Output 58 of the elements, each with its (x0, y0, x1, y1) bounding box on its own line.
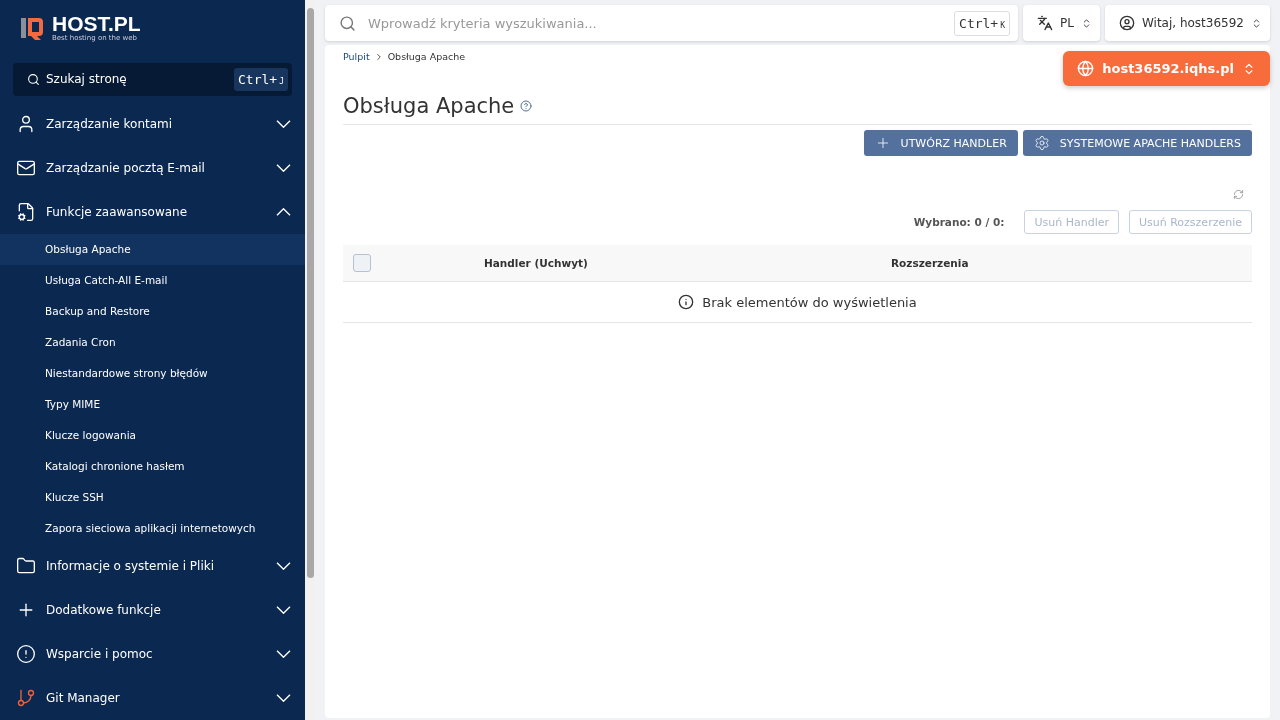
info-icon (678, 294, 695, 310)
section-label: Zarządzanie kontami (46, 116, 173, 131)
section-label: Dodatkowe funkcje (46, 602, 161, 617)
user-icon (1118, 15, 1135, 31)
search-icon (339, 14, 356, 32)
shortcut-key: Ctrl+J (234, 67, 288, 91)
section-label: Informacje o systemie i Pliki (46, 558, 214, 573)
sidebar-section[interactable]: Funkcje zaawansowane (0, 189, 305, 234)
folder-icon (16, 555, 36, 576)
sidebar-item[interactable]: Usługa Catch-All E-mail (0, 264, 305, 296)
scrollbar-thumb[interactable] (306, 8, 314, 578)
sidebar-item[interactable]: Katalogi chronione hasłem (0, 450, 305, 482)
search-placeholder: Szukaj stronę (46, 72, 127, 87)
empty-message: Brak elementów do wyświetlenia (702, 294, 917, 310)
language-select[interactable]: PL (1023, 5, 1100, 41)
logo-text: HOST.PL (52, 13, 141, 35)
action-button[interactable]: UTWÓRZ HANDLER (863, 130, 1018, 156)
search-field[interactable]: Wprowadź kryteria wyszukiwania... Ctrl+K (325, 5, 1019, 41)
search-icon (27, 72, 40, 86)
sidebar-section[interactable]: Wsparcie i pomoc (0, 631, 305, 676)
sidebar-item[interactable]: Klucze SSH (0, 481, 305, 513)
selection-count: Wybrano: 0 / 0: (913, 216, 1005, 228)
sidebar-section[interactable]: Dodatkowe funkcje (0, 587, 305, 632)
select-all-checkbox[interactable] (353, 254, 371, 272)
section-label: Funkcje zaawansowane (46, 204, 188, 219)
sidebar-item[interactable]: Niestandardowe strony błędów (0, 357, 305, 389)
refresh-icon[interactable] (1233, 189, 1244, 200)
sidebar-item[interactable]: Zapora sieciowa aplikacji internetowych (0, 512, 305, 544)
sidebar-item[interactable]: Backup and Restore (0, 295, 305, 327)
translate-icon (1037, 15, 1054, 31)
page-title: Obsługa Apache (343, 94, 515, 118)
settings-icon (1033, 135, 1050, 151)
sidebar-item[interactable]: Klucze logowania (0, 419, 305, 451)
document-gear-icon (16, 201, 36, 222)
sidebar-section[interactable]: Zarządzanie kontami (0, 101, 305, 146)
help-icon[interactable] (520, 100, 533, 112)
column-header: Handler (Uchwyt) (484, 257, 589, 269)
column-header: Rozszerzenia (891, 257, 970, 269)
section-label: Zarządzanie pocztą E-mail (46, 160, 205, 175)
sidebar-section[interactable]: Informacje o systemie i Pliki (0, 543, 305, 588)
search-placeholder: Wprowadź kryteria wyszukiwania... (368, 15, 597, 31)
sidebar-section[interactable]: Zarządzanie pocztą E-mail (0, 145, 305, 190)
sidebar-item[interactable]: Typy MIME (0, 388, 305, 420)
user-menu[interactable]: Witaj, host36592 (1104, 5, 1270, 41)
alert-icon (16, 643, 36, 664)
breadcrumb-current: Obsługa Apache (387, 51, 466, 62)
page-search-field[interactable]: Szukaj stronę Ctrl+J (13, 63, 292, 96)
shortcut-key: Ctrl+K (954, 10, 1011, 36)
section-label: Wsparcie i pomoc (46, 646, 153, 661)
breadcrumb-link[interactable]: Pulpit (343, 51, 370, 62)
section-label: Git Manager (46, 691, 120, 705)
sidebar-section[interactable]: Git Manager (0, 675, 305, 720)
updown-icon (1251, 17, 1262, 29)
branch-icon (16, 688, 36, 708)
globe-icon (1077, 60, 1095, 77)
action-button[interactable]: SYSTEMOWE APACHE HANDLERS (1022, 130, 1252, 156)
sidebar-item[interactable]: Zadania Cron (0, 326, 305, 358)
sidebar-item[interactable]: Obsługa Apache (0, 233, 305, 265)
